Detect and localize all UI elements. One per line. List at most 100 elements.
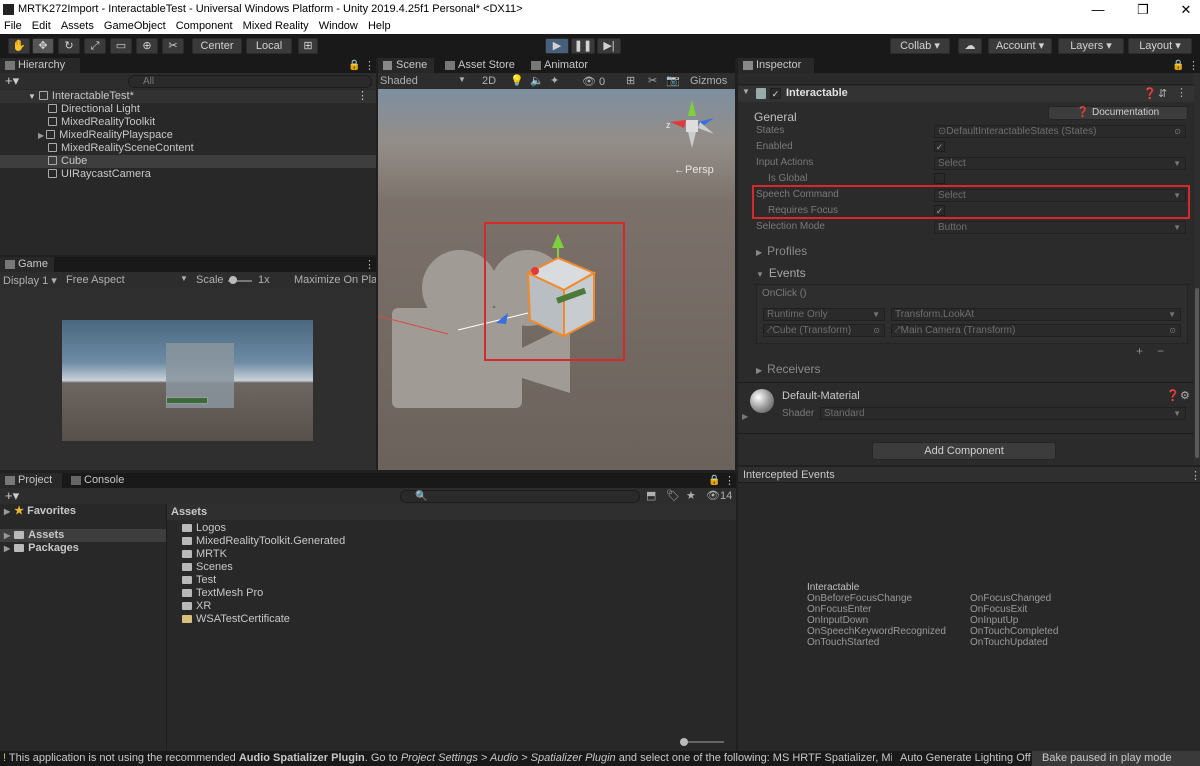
create-plus-icon[interactable]: +▾ — [5, 488, 19, 504]
target-object-field[interactable]: ⤤Cube (Transform) ⊙ — [763, 324, 885, 337]
is-global-checkbox[interactable] — [934, 173, 945, 184]
preset-icon[interactable]: ⇵ — [1158, 87, 1167, 100]
folder-item[interactable]: XR — [182, 600, 211, 613]
effects-icon[interactable]: ✦ — [550, 74, 559, 87]
tab-animator[interactable]: Animator — [526, 58, 596, 73]
add-listener-button[interactable]: + — [1136, 344, 1143, 358]
tab-hierarchy[interactable]: Hierarchy — [0, 58, 80, 73]
lighting-icon[interactable]: 💡 — [510, 74, 524, 87]
folder-item[interactable]: MRTK — [182, 548, 227, 561]
grid-snap-icon[interactable]: ⊞ — [298, 38, 318, 54]
audio-icon[interactable]: 🔈 — [530, 74, 544, 87]
help-icon[interactable]: ❓ — [1166, 389, 1180, 402]
folder-item[interactable]: Test — [182, 574, 216, 587]
favorite-star-icon[interactable]: ★ — [686, 489, 696, 502]
custom-tool-icon[interactable]: ✂ — [162, 38, 184, 54]
layout-dropdown[interactable]: Layout ▾ — [1128, 38, 1192, 54]
folder-item[interactable]: Logos — [182, 522, 226, 535]
expand-arrow-icon[interactable]: ▶ — [38, 131, 44, 140]
orientation-gizmo-icon[interactable]: z — [666, 98, 718, 158]
kebab-menu-icon[interactable]: ⋮ — [364, 59, 375, 72]
method-dropdown[interactable]: Transform.LookAt ▼ — [891, 308, 1181, 321]
shader-dropdown[interactable]: Standard ▼ — [820, 407, 1186, 420]
object-picker-icon[interactable]: ⊙ — [1169, 325, 1176, 336]
kebab-menu-icon[interactable]: ⋮ — [1188, 59, 1199, 72]
camera-settings-icon[interactable]: 📷 — [666, 74, 680, 87]
create-plus-icon[interactable]: +▾ — [5, 73, 19, 89]
lock-icon[interactable]: 🔒 — [1172, 60, 1184, 71]
account-dropdown[interactable]: Account ▾ — [988, 38, 1052, 54]
display-dropdown[interactable]: Display 1 ▾ — [3, 274, 57, 287]
tab-asset-store[interactable]: Asset Store — [440, 58, 520, 73]
shading-dropdown[interactable]: Shaded ▼ — [380, 75, 466, 87]
rotate-tool-icon[interactable]: ↻ — [58, 38, 80, 54]
scale-slider-thumb[interactable] — [229, 276, 237, 284]
object-picker-icon[interactable]: ⊙ — [873, 325, 880, 336]
folder-item[interactable]: Scenes — [182, 561, 233, 574]
object-picker-icon[interactable]: ⊙ — [1174, 126, 1181, 137]
hierarchy-item-directional-light[interactable]: Directional Light — [48, 103, 140, 116]
step-button[interactable]: ▶| — [597, 38, 621, 54]
kebab-menu-icon[interactable]: ⋮ — [724, 474, 735, 487]
add-component-button[interactable]: Add Component — [872, 442, 1056, 460]
pivot-local-button[interactable]: Local — [246, 38, 292, 54]
tab-console[interactable]: Console — [66, 473, 132, 488]
hierarchy-item-uiraycastcamera[interactable]: UIRaycastCamera — [48, 168, 151, 181]
minimize-button[interactable]: — — [1088, 2, 1108, 17]
folder-item[interactable]: TextMesh Pro — [182, 587, 263, 600]
pause-button[interactable]: ❚❚ — [571, 38, 595, 54]
tab-scene[interactable]: Scene — [378, 58, 434, 73]
move-tool-icon[interactable]: ✥ — [32, 38, 54, 54]
scene-root-row[interactable]: ▼ InteractableTest* ⋮ — [0, 90, 376, 103]
runtime-dropdown[interactable]: Runtime Only ▼ — [763, 308, 885, 321]
icon-size-slider[interactable] — [682, 741, 724, 743]
collapse-arrow-icon[interactable]: ▼ — [742, 87, 750, 96]
rect-tool-icon[interactable]: ▭ — [110, 38, 132, 54]
play-button[interactable]: ▶ — [545, 38, 569, 54]
project-search-input[interactable]: 🔍 — [400, 490, 640, 503]
menu-window[interactable]: Window — [319, 20, 358, 32]
menu-help[interactable]: Help — [368, 20, 391, 32]
assets-tree-item[interactable]: ▶ Assets — [0, 529, 166, 542]
scale-tool-icon[interactable]: ⤢ — [84, 38, 106, 54]
hand-tool-icon[interactable]: ✋ — [8, 38, 30, 54]
hierarchy-item-mixedrealityplayspace[interactable]: ▶ MixedRealityPlayspace — [38, 129, 173, 142]
tab-inspector[interactable]: Inspector — [738, 58, 814, 73]
hidden-packages-toggle[interactable]: 👁14 — [706, 489, 732, 502]
tools-icon[interactable]: ✂ — [648, 74, 657, 87]
maximize-on-play-toggle[interactable]: Maximize On Play — [294, 274, 376, 286]
profiles-foldout[interactable]: ▶ Profiles — [756, 244, 807, 258]
menu-gameobject[interactable]: GameObject — [104, 20, 166, 32]
pivot-center-button[interactable]: Center — [192, 38, 242, 54]
gizmos-dropdown[interactable]: Gizmos — [690, 75, 727, 87]
search-by-label-icon[interactable]: 🏷 — [666, 489, 680, 502]
breadcrumb-assets[interactable]: Assets — [171, 506, 207, 518]
mode-2d-toggle[interactable]: 2D — [482, 75, 496, 87]
input-actions-dropdown[interactable]: Select ▼ — [934, 157, 1186, 170]
hidden-objects-toggle[interactable]: 👁 0 — [582, 75, 605, 88]
menu-edit[interactable]: Edit — [32, 20, 51, 32]
tab-project[interactable]: Project — [0, 473, 62, 488]
lock-icon[interactable]: 🔒 — [348, 60, 360, 71]
grid-icon[interactable]: ⊞ — [626, 74, 635, 87]
argument-object-field[interactable]: ⤤Main Camera (Transform) ⊙ — [891, 324, 1181, 337]
icon-size-slider-thumb[interactable] — [680, 738, 688, 746]
perspective-label[interactable]: ←Persp — [674, 164, 714, 176]
maximize-button[interactable]: ❐ — [1133, 2, 1153, 18]
layers-dropdown[interactable]: Layers ▾ — [1058, 38, 1124, 54]
favorites-item[interactable]: ▶ ★ Favorites — [4, 505, 76, 518]
menu-assets[interactable]: Assets — [61, 20, 94, 32]
menu-mixed-reality[interactable]: Mixed Reality — [243, 20, 309, 32]
receivers-foldout[interactable]: ▶ Receivers — [756, 362, 821, 376]
hierarchy-item-mixedrealitytoolkit[interactable]: MixedRealityToolkit — [48, 116, 155, 129]
aspect-dropdown[interactable]: Free Aspect ▼ — [66, 274, 188, 286]
collab-dropdown[interactable]: Collab ▾ — [890, 38, 950, 54]
certificate-item[interactable]: WSATestCertificate — [182, 613, 290, 626]
enabled-checkbox[interactable]: ✓ — [934, 141, 945, 152]
packages-tree-item[interactable]: ▶ Packages — [4, 542, 79, 555]
close-button[interactable]: ✕ — [1176, 2, 1196, 18]
component-enabled-checkbox[interactable]: ✓ — [770, 88, 781, 99]
inspector-scrollbar-thumb[interactable] — [1195, 288, 1199, 458]
events-foldout[interactable]: ▼ Events — [756, 266, 806, 280]
documentation-button[interactable]: ❓ Documentation — [1048, 106, 1188, 120]
